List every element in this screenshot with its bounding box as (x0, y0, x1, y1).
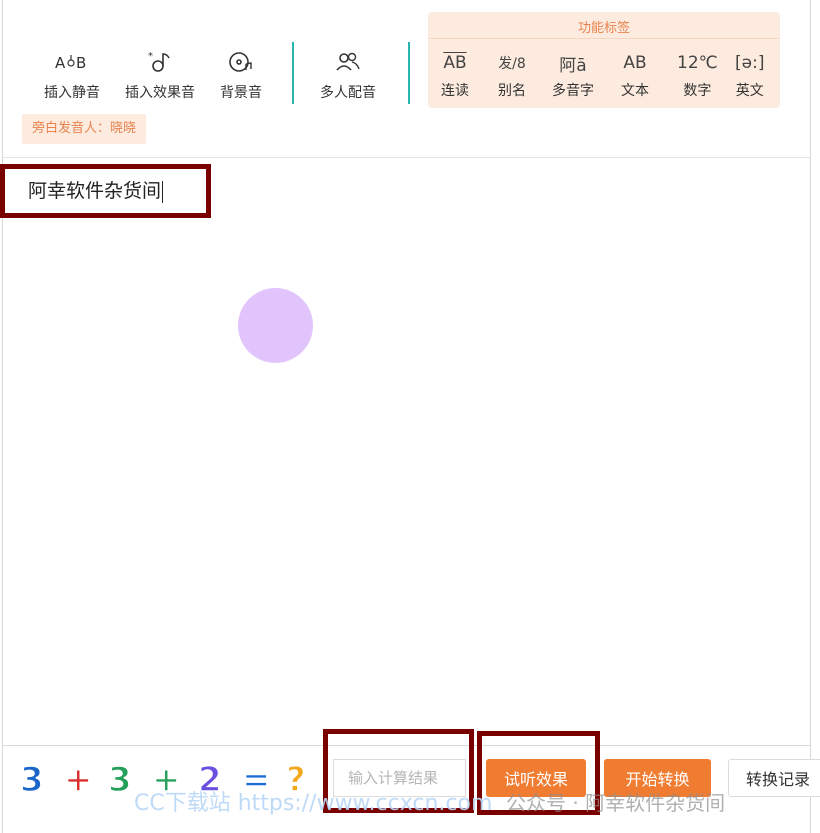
tag-liaison-button[interactable]: AB 连读 (441, 48, 469, 100)
multi-voice-button[interactable]: 多人配音 (320, 46, 376, 102)
insert-pause-label: 插入静音 (44, 85, 100, 101)
english-icon: [ə:] (735, 53, 765, 73)
text-icon: AB (623, 53, 647, 73)
captcha-char: ? (285, 759, 306, 801)
tag-text-button[interactable]: AB 文本 (621, 48, 649, 100)
pause-between-icon: A B (55, 46, 89, 78)
background-music-button[interactable]: 背景音 (220, 46, 262, 102)
text-caret (162, 180, 164, 203)
tag-english-label: 英文 (735, 83, 764, 99)
captcha-char: + (63, 759, 93, 801)
multi-voice-label: 多人配音 (320, 85, 376, 101)
liaison-icon: AB (443, 53, 467, 73)
alias-icon: 发/8 (498, 56, 526, 72)
svg-text:B: B (76, 54, 86, 72)
narrator-badge[interactable]: 旁白发音人：晓晓 (22, 114, 147, 144)
captcha-char: 2 (197, 759, 222, 801)
cursor-indicator (238, 288, 313, 363)
toolbar-divider (292, 42, 294, 104)
insert-pause-button[interactable]: A B 插入静音 (44, 46, 100, 102)
tag-text-label: 文本 (621, 83, 649, 99)
preview-button[interactable]: 试听效果 (486, 759, 586, 797)
editor-textarea[interactable]: 阿幸软件杂货间 (28, 176, 164, 203)
function-tags-divider (428, 38, 780, 39)
captcha-char: 3 (107, 759, 132, 801)
tag-polyphone-button[interactable]: 阿ā 多音字 (552, 48, 594, 100)
tag-alias-button[interactable]: 发/8 别名 (498, 48, 526, 100)
polyphone-icon: 阿ā (559, 55, 587, 76)
insert-effect-label: 插入效果音 (125, 85, 195, 101)
history-button[interactable]: 转换记录 (728, 759, 820, 797)
tag-polyphone-label: 多音字 (552, 83, 594, 99)
svg-text:*: * (148, 51, 153, 62)
tag-english-button[interactable]: [ə:] 英文 (735, 48, 764, 100)
start-convert-button[interactable]: 开始转换 (604, 759, 711, 797)
background-music-label: 背景音 (220, 85, 262, 101)
captcha-answer-input[interactable] (333, 759, 466, 797)
tag-alias-label: 别名 (498, 83, 526, 99)
tag-number-button[interactable]: 12℃ 数字 (677, 48, 718, 100)
captcha-char: + (151, 759, 181, 801)
function-tags-title: 功能标签 (577, 21, 630, 36)
tag-liaison-label: 连读 (441, 83, 469, 99)
number-icon: 12℃ (677, 53, 718, 73)
insert-effect-button[interactable]: * 插入效果音 (125, 46, 195, 102)
function-tags-panel: 功能标签 AB 连读 发/8 别名 阿ā 多音字 AB 文本 12℃ 数字 [ə… (428, 12, 780, 108)
toolbar-divider (408, 42, 410, 104)
editor-text: 阿幸软件杂货间 (28, 180, 162, 202)
users-icon (335, 46, 361, 78)
sound-effect-icon: * (147, 46, 173, 78)
svg-text:A: A (55, 54, 66, 72)
tag-number-label: 数字 (683, 83, 712, 99)
music-disc-icon (228, 46, 254, 78)
captcha-char: 3 (19, 759, 44, 801)
captcha-char: = (241, 759, 271, 801)
